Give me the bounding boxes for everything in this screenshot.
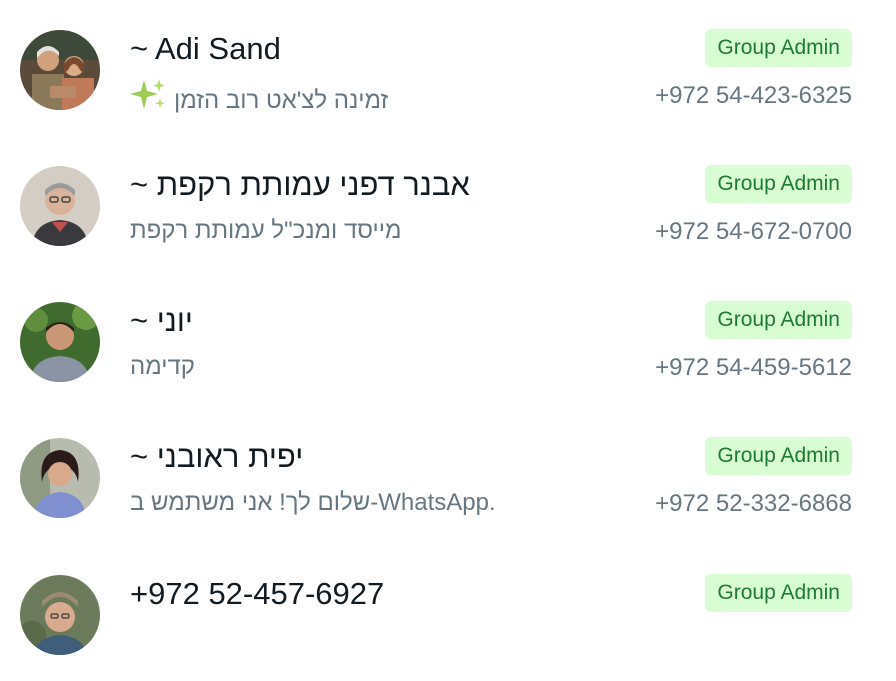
member-name: ~ יפית ראובני bbox=[130, 439, 304, 474]
group-members-list: ~ Adi Sand זמינה לצ'אט רוב הזמן +972 54-… bbox=[0, 0, 896, 664]
member-phone: +972 54-459-5612 bbox=[655, 354, 852, 381]
member-name: ~ Adi Sand bbox=[130, 31, 281, 66]
group-admin-badge: Group Admin bbox=[705, 437, 852, 475]
avatar bbox=[20, 302, 100, 382]
member-about: קדימה bbox=[130, 353, 195, 380]
member-row[interactable]: ~ אבנר דפני עמותת רקפת מייסד ומנכ"ל עמות… bbox=[0, 136, 896, 272]
group-admin-badge: Group Admin bbox=[705, 301, 852, 339]
avatar bbox=[20, 30, 100, 110]
member-phone: +972 52-332-6868 bbox=[655, 490, 852, 517]
group-admin-badge: Group Admin bbox=[705, 29, 852, 67]
member-about: זמינה לצ'אט רוב הזמן bbox=[130, 78, 388, 122]
member-about-text: זמינה לצ'אט רוב הזמן bbox=[174, 87, 389, 114]
member-row[interactable]: ~ יוני קדימה +972 54-459-5612 Group Admi… bbox=[0, 272, 896, 408]
avatar bbox=[20, 166, 100, 246]
avatar bbox=[20, 438, 100, 518]
avatar bbox=[20, 575, 100, 655]
member-phone: +972 54-672-0700 bbox=[655, 218, 852, 245]
group-admin-badge: Group Admin bbox=[705, 574, 852, 612]
sparkles-icon bbox=[130, 78, 168, 122]
member-row[interactable]: +972 52-457-6927 Group Admin bbox=[0, 545, 896, 681]
member-row[interactable]: ~ יפית ראובני שלום לך! אני משתמש ב-Whats… bbox=[0, 408, 896, 544]
member-name: ~ אבנר דפני עמותת רקפת bbox=[130, 167, 470, 202]
member-about: מייסד ומנכ"ל עמותת רקפת bbox=[130, 217, 402, 244]
member-name: +972 52-457-6927 bbox=[130, 576, 385, 611]
member-row[interactable]: ~ Adi Sand זמינה לצ'אט רוב הזמן +972 54-… bbox=[0, 0, 896, 136]
member-phone: +972 54-423-6325 bbox=[655, 82, 852, 109]
member-name: ~ יוני bbox=[130, 303, 193, 338]
member-about: שלום לך! אני משתמש ב-WhatsApp. bbox=[130, 489, 496, 516]
group-admin-badge: Group Admin bbox=[705, 165, 852, 203]
